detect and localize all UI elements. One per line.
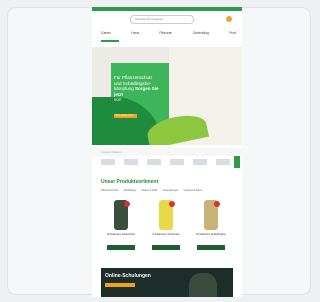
top-strip [92,7,242,11]
sale-badge-icon [169,201,175,207]
brand-logo[interactable] [170,159,184,165]
brand-logos [101,159,230,165]
product-name: Produktname Sprühmittel [152,233,180,236]
person-image [189,273,217,297]
brand-logo[interactable] [193,159,207,165]
brand-logo[interactable] [124,159,138,165]
category-tab[interactable]: Schädlinge [124,189,137,192]
category-tabs: Pflanzenschutz Schädlinge Rasen & Erde G… [101,189,202,192]
feedback-tab[interactable] [234,156,240,168]
promo-banner[interactable]: Online-Schulungen [101,268,233,297]
hero-headline: Für Pflanzenschutz und Schädlingsbe- käm… [114,75,168,103]
nav-item-haus[interactable]: Haus [131,31,139,35]
nav-item-garten[interactable]: Garten [101,31,111,35]
hero-line-4: vor! [114,97,122,103]
hero-banner: Für Pflanzenschutz und Schädlingsbe- käm… [92,47,242,145]
product-name: Produktname Schädlingsfrei [196,233,226,236]
add-to-cart-button[interactable] [107,245,135,250]
nav-item-gartenblog[interactable]: Gartenblog [193,31,209,35]
webpage-preview: Suchbegriff eingeben Garten Haus Pflanze… [92,7,242,297]
search-placeholder: Suchbegriff eingeben [135,17,164,21]
brand-logo[interactable] [101,159,115,165]
promo-button[interactable] [105,283,135,287]
brands-label: Unsere Marken [92,148,242,156]
hero-line-3: kämpfung [114,86,134,92]
add-to-cart-button[interactable] [197,245,225,250]
category-tab[interactable]: Pflanzenschutz [101,189,119,192]
hero-cta-button[interactable]: Jetzt entdecken [114,114,137,118]
user-icon[interactable] [226,16,232,22]
product-name: Produktname Gartenhelfer [106,233,136,236]
search-input[interactable]: Suchbegriff eingeben [130,15,194,24]
nav-item-pflanzen[interactable]: Pflanzen [159,31,172,35]
nav-item-profi[interactable]: Profi [229,31,236,35]
brand-logo[interactable] [147,159,161,165]
category-tab[interactable]: Gartendünger [163,189,179,192]
brand-logo[interactable] [216,159,230,165]
sale-badge-icon [124,201,130,207]
section-title: Unser Produktsortiment [101,179,159,185]
category-tab[interactable]: Rasen & Erde [141,189,157,192]
sale-badge-icon [214,201,220,207]
main-nav: Garten Haus Pflanzen Gartenblog Profi [101,31,236,35]
add-to-cart-button[interactable] [152,245,180,250]
promo-title: Online-Schulungen [105,273,151,279]
category-tab[interactable]: Unkraut & Moos [184,189,203,192]
nav-active-indicator [101,40,119,42]
